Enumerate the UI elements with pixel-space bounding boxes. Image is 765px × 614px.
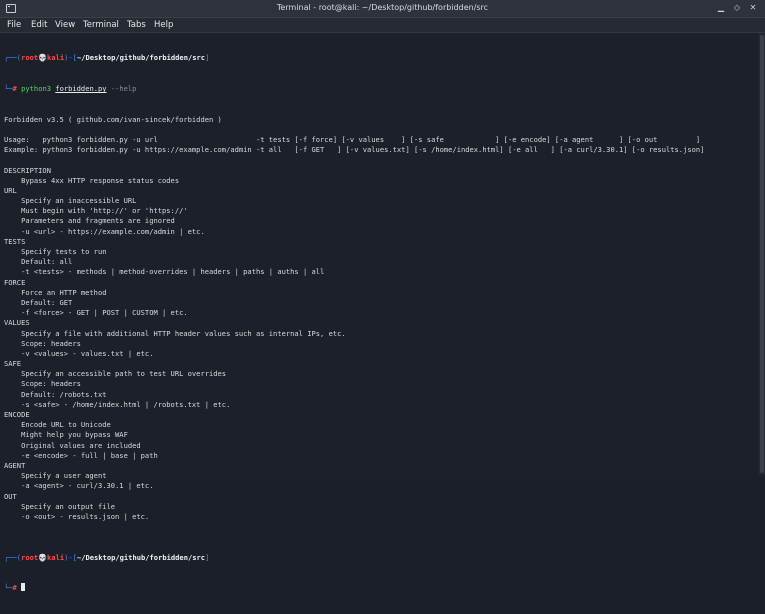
output-line: Original values are included (4, 440, 141, 450)
output-line: VALUES (4, 318, 30, 328)
close-icon[interactable]: ✕ (748, 3, 758, 13)
output-line: Scope: headers (4, 379, 81, 389)
menu-file[interactable]: File (7, 20, 21, 30)
output-line: ENCODE (4, 410, 30, 420)
maximize-icon[interactable]: ◇ (732, 3, 742, 13)
output-line: Bypass 4xx HTTP response status codes (4, 175, 180, 185)
window-title: Terminal - root@kali: ~/Desktop/github/f… (276, 3, 489, 12)
output-line: Specify an accessible path to test URL o… (4, 369, 227, 379)
output-line: -o <out> - results.json | etc. (4, 511, 150, 521)
output-line: AGENT (4, 460, 26, 470)
minimize-icon[interactable]: ▁ (716, 3, 726, 13)
output-line: -u <url> - https://example.com/admin | e… (4, 226, 205, 236)
command-line: └─# python3 forbidden.py --help (4, 84, 137, 93)
terminal-output[interactable]: ┌──(root💀kali)-[~/Desktop/github/forbidd… (0, 33, 758, 592)
menu-bar: File Edit View Terminal Tabs Help (0, 18, 765, 33)
output-line: Scope: headers (4, 338, 81, 348)
output-line: Default: all (4, 257, 73, 267)
help-output: Forbidden v3.5 ( github.com/ivan-sincek/… (4, 115, 704, 533)
terminal-window: Terminal - root@kali: ~/Desktop/github/f… (0, 0, 765, 592)
output-line: Usage: python3 forbidden.py -u url -t te… (4, 134, 701, 144)
menu-edit[interactable]: Edit (31, 20, 47, 30)
skull-icon: 💀 (38, 53, 48, 63)
scrollbar-thumb[interactable] (760, 35, 764, 473)
output-line: -s <safe> - /home/index.html | /robots.t… (4, 399, 231, 409)
output-line: Encode URL to Unicode (4, 420, 111, 430)
input-line[interactable]: └─# (4, 583, 704, 593)
output-line: Might help you bypass WAF (4, 430, 128, 440)
output-line: Force an HTTP method (4, 287, 107, 297)
output-line: FORCE (4, 277, 26, 287)
output-line: Specify a file with additional HTTP head… (4, 328, 346, 338)
output-line: Must begin with 'http://' or 'https://' (4, 206, 188, 216)
output-line: Forbidden v3.5 ( github.com/ivan-sincek/… (4, 114, 222, 124)
output-line: -f <force> - GET | POST | CUSTOM | etc. (4, 308, 188, 318)
menu-terminal[interactable]: Terminal (83, 20, 119, 30)
output-line: Specify tests to run (4, 247, 107, 257)
title-bar[interactable]: Terminal - root@kali: ~/Desktop/github/f… (0, 0, 765, 18)
output-line: DESCRIPTION (4, 165, 51, 175)
output-line: Example: python3 forbidden.py -u https:/… (4, 145, 705, 155)
output-line: -t <tests> - methods | method-overrides … (4, 267, 325, 277)
cursor (21, 583, 26, 592)
output-line: Specify a user agent (4, 471, 107, 481)
skull-icon: 💀 (38, 552, 48, 562)
menu-help[interactable]: Help (154, 20, 173, 30)
output-line: Specify an inaccessible URL (4, 196, 137, 206)
prompt-line-top-2: ┌──(root💀kali)-[~/Desktop/github/forbidd… (4, 552, 210, 562)
menu-tabs[interactable]: Tabs (127, 20, 146, 30)
output-line: -a <agent> - curl/3.30.1 | etc. (4, 481, 154, 491)
output-line: SAFE (4, 359, 22, 369)
output-line: URL (4, 185, 17, 195)
output-line: OUT (4, 491, 17, 501)
prompt-line-top: ┌──(root💀kali)-[~/Desktop/github/forbidd… (4, 53, 210, 63)
output-line: -e <encode> - full | base | path (4, 450, 158, 460)
scrollbar[interactable] (759, 33, 765, 475)
menu-view[interactable]: View (55, 20, 75, 30)
output-line: Default: GET (4, 297, 73, 307)
output-line: -v <values> - values.txt | etc. (4, 348, 154, 358)
output-line: Parameters and fragments are ignored (4, 216, 175, 226)
output-line: Default: /robots.txt (4, 389, 107, 399)
output-line: Specify an output file (4, 501, 116, 511)
output-line: TESTS (4, 236, 26, 246)
